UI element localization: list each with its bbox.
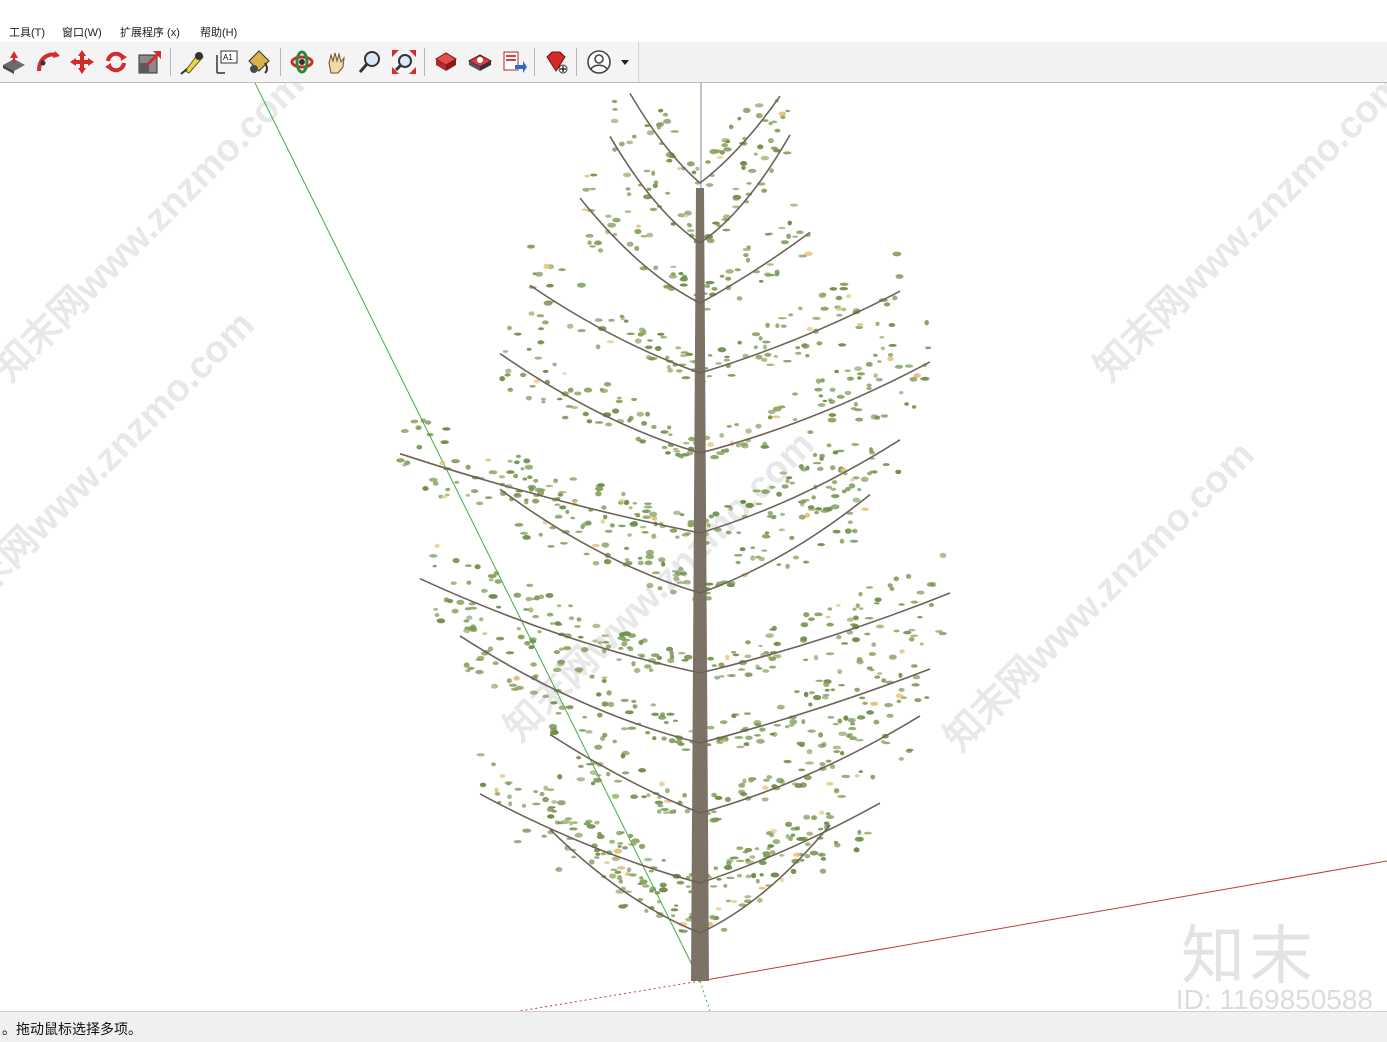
watermark-text: 知末网www.znzmo.com — [0, 83, 312, 389]
rotate-button[interactable] — [102, 48, 130, 76]
warehouse-button[interactable] — [432, 48, 460, 76]
zoom-icon — [358, 51, 380, 73]
tape-measure-button[interactable] — [178, 48, 206, 76]
menu-window[interactable]: 窗口(W) — [62, 24, 102, 40]
push-pull-button[interactable] — [0, 48, 28, 76]
menu-tools[interactable]: 工具(T) — [9, 24, 45, 40]
orbit-button[interactable] — [288, 48, 316, 76]
share-model-icon — [467, 54, 493, 71]
toolbar-separator — [534, 48, 535, 76]
scene-canvas[interactable]: 知末网www.znzmo.com 知末网www.znzmo.com 知末网www… — [0, 83, 1387, 1011]
text-tool-label: A1 — [223, 53, 233, 62]
extension-warehouse-button[interactable] — [542, 48, 570, 76]
pan-icon — [328, 52, 345, 74]
green-axis-hidden — [699, 980, 711, 1011]
scale-icon — [138, 51, 161, 74]
3d-viewport[interactable]: 知末网www.znzmo.com 知末网www.znzmo.com 知末网www… — [0, 83, 1387, 1011]
rotate-icon — [105, 51, 127, 73]
share-model-button[interactable] — [466, 48, 494, 76]
zoom-button[interactable] — [356, 48, 384, 76]
tree-branches — [399, 92, 951, 981]
tape-measure-icon — [180, 52, 204, 75]
pan-button[interactable] — [322, 48, 350, 76]
zoom-extents-button[interactable] — [390, 48, 418, 76]
toolbar: A1 — [0, 42, 1387, 83]
text-button[interactable]: A1 — [212, 48, 240, 76]
chevron-down-icon — [621, 60, 629, 65]
scale-button[interactable] — [136, 48, 164, 76]
tree-model[interactable] — [396, 83, 951, 981]
warehouse-icon — [435, 52, 457, 71]
upload-button[interactable] — [500, 48, 528, 76]
follow-me-button[interactable] — [34, 48, 62, 76]
zoom-extents-icon — [392, 50, 416, 74]
menu-help[interactable]: 帮助(H) — [200, 24, 237, 40]
text-icon: A1 — [216, 50, 238, 74]
upload-icon — [503, 51, 527, 73]
account-button[interactable] — [584, 48, 632, 76]
move-button[interactable] — [68, 48, 96, 76]
green-axis — [254, 83, 701, 982]
follow-me-icon — [37, 51, 60, 72]
menu-extensions[interactable]: 扩展程序 (x) — [120, 24, 180, 40]
menu-bar: 工具(T) 窗口(W) 扩展程序 (x) 帮助(H) — [0, 0, 1387, 42]
toolbar-separator — [424, 48, 425, 76]
toolbar-separator — [280, 48, 281, 76]
status-text: 。拖动鼠标选择多项。 — [2, 1021, 142, 1037]
extension-warehouse-icon — [546, 51, 568, 74]
toolbar-separator — [170, 48, 171, 76]
status-bar: 。拖动鼠标选择多项。 — [0, 1011, 1387, 1042]
red-axis-hidden — [519, 980, 701, 1011]
move-icon — [70, 50, 94, 74]
tree-trunk — [691, 188, 709, 981]
paint-bucket-button[interactable] — [244, 48, 272, 76]
push-pull-icon — [3, 51, 25, 74]
watermark-text: 知末网www.znzmo.com — [1087, 83, 1387, 389]
paint-bucket-icon — [248, 50, 270, 74]
toolbar-separator — [576, 48, 577, 76]
watermark-text: 知末网www.znzmo.com — [937, 434, 1263, 760]
orbit-icon — [290, 50, 314, 74]
account-icon — [587, 50, 629, 74]
